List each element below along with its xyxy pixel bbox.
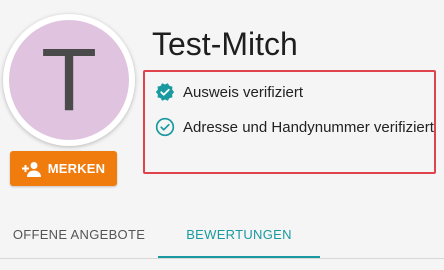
- verification-label: Ausweis verifiziert: [183, 83, 304, 101]
- merken-label: MERKEN: [47, 161, 106, 176]
- tab-bewertungen[interactable]: BEWERTUNGEN: [158, 210, 320, 258]
- profile-tabs: OFFENE ANGEBOTE BEWERTUNGEN: [0, 210, 444, 258]
- tabs-divider: [0, 258, 444, 259]
- tab-offene-angebote[interactable]: OFFENE ANGEBOTE: [0, 210, 158, 258]
- verification-item-id: Ausweis verifiziert: [155, 82, 303, 102]
- avatar-letter: T: [43, 32, 95, 130]
- verification-label: Adresse und Handynummer verifiziert: [183, 118, 434, 136]
- check-circle-icon: [155, 117, 175, 137]
- username: Test-Mitch: [152, 26, 298, 62]
- avatar-circle: T: [9, 20, 129, 140]
- avatar: T: [3, 14, 135, 146]
- verified-badge-icon: [155, 83, 175, 101]
- verification-item-address-phone: Adresse und Handynummer verifiziert: [155, 117, 434, 137]
- merken-button[interactable]: MERKEN: [10, 151, 117, 186]
- person-add-icon: [21, 161, 41, 177]
